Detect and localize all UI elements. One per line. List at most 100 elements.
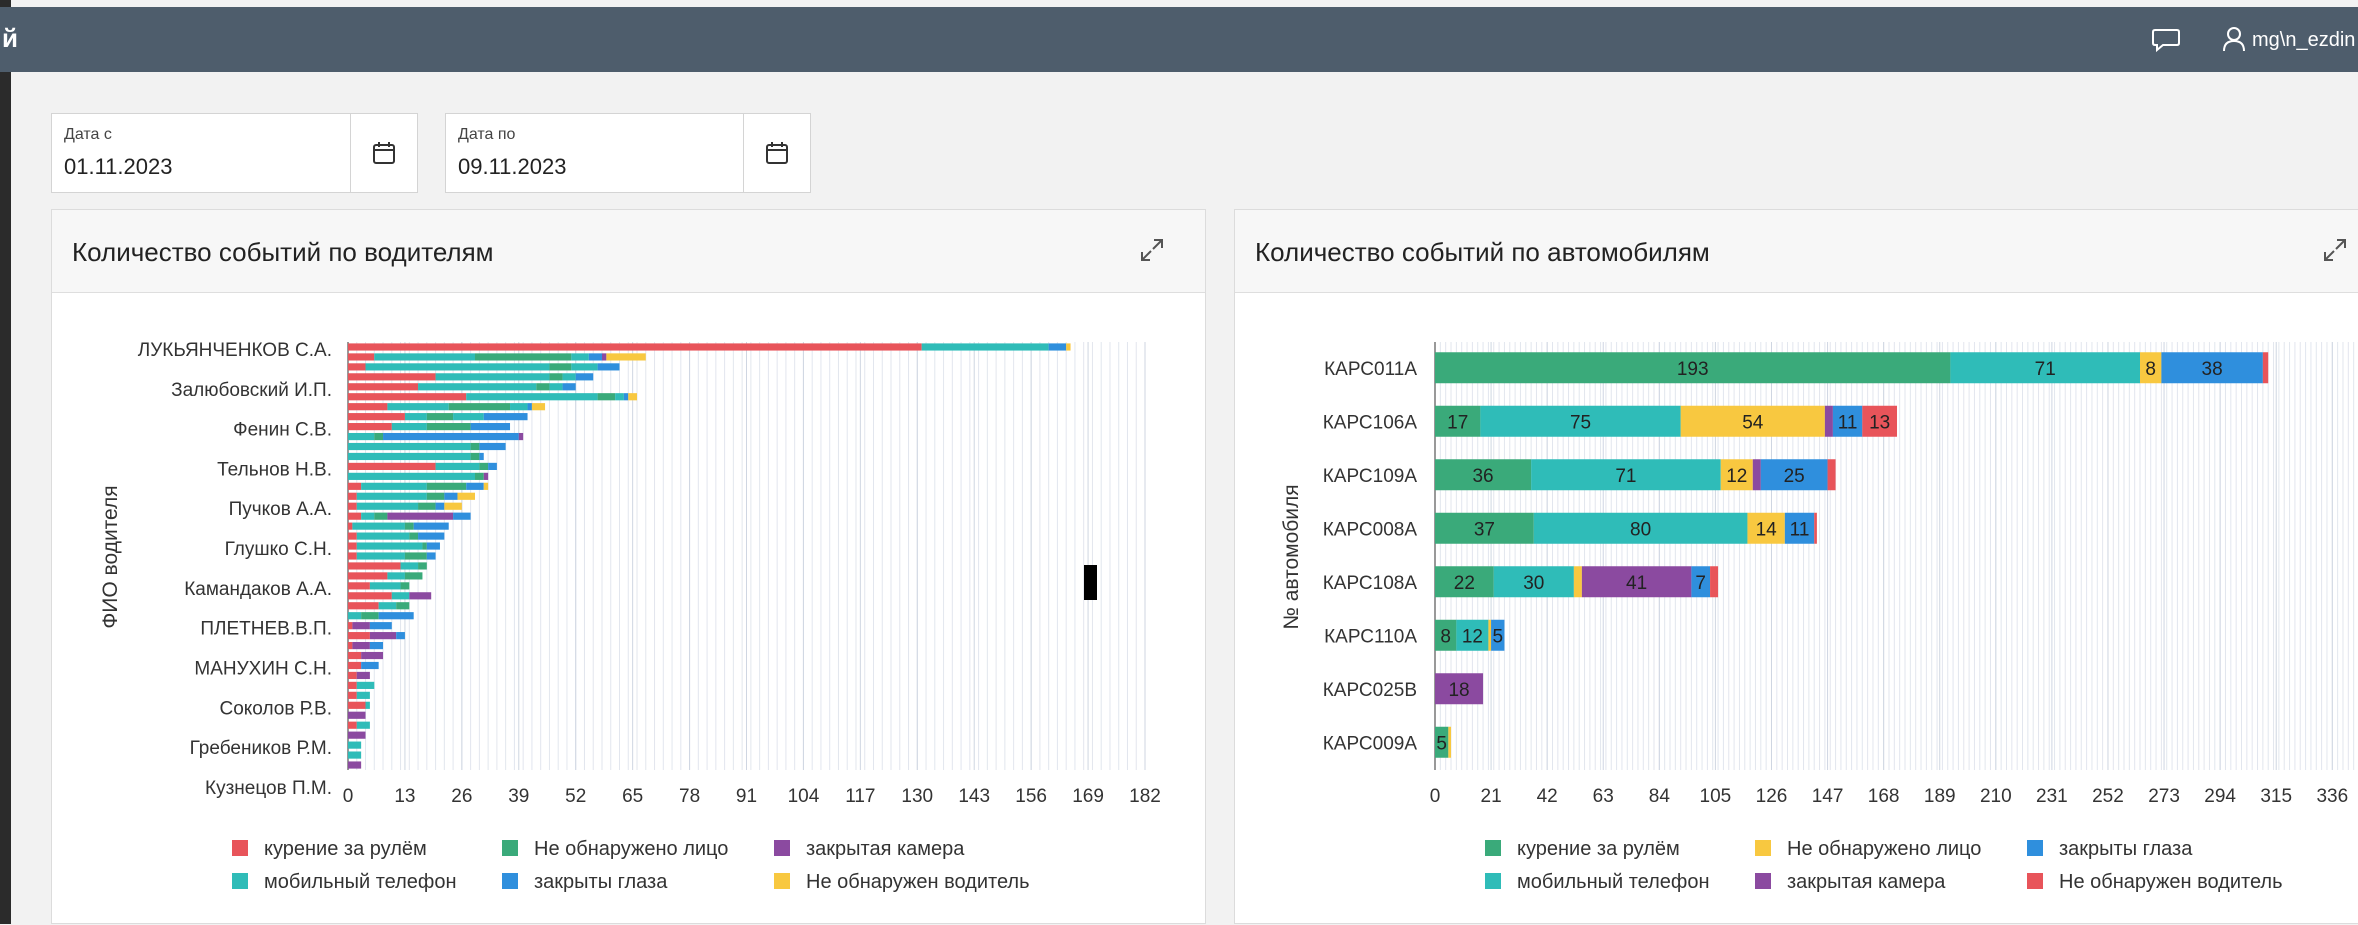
drivers-bar-segment — [378, 602, 397, 610]
drivers-bar-segment — [575, 373, 594, 381]
drivers-bar-segment — [348, 582, 370, 590]
drivers-bar-segment — [348, 512, 362, 520]
cars-x-tick-label: 294 — [2204, 786, 2236, 807]
cars-card-header: Количество событий по автомобилям — [1235, 210, 2358, 293]
cars-data-label: 25 — [1784, 466, 1805, 487]
cars-y-tick-label: КАРС109А — [1323, 466, 1418, 487]
cars-x-tick-label: 105 — [1700, 786, 1732, 807]
drivers-bar-segment — [426, 423, 471, 431]
drivers-bar-segment — [396, 632, 405, 640]
user-name[interactable]: mg\n_ezdin — [2252, 29, 2355, 52]
cars-y-tick-label: КАРС110А — [1324, 626, 1417, 647]
drivers-bar-segment — [348, 641, 353, 650]
date-from-value[interactable]: 01.11.2023 — [64, 154, 172, 180]
expand-icon[interactable] — [2321, 236, 2349, 264]
drivers-bar-segment — [348, 602, 379, 610]
cars-legend-label: мобильный телефон — [1517, 871, 1710, 893]
cars-data-label: 37 — [1474, 519, 1495, 540]
drivers-bar-segment — [369, 582, 401, 590]
cars-data-label: 193 — [1677, 359, 1709, 380]
drivers-bar-segment — [474, 353, 572, 361]
drivers-bar-segment — [378, 612, 414, 620]
cars-data-label: 11 — [1838, 412, 1858, 433]
drivers-bar-segment — [418, 502, 436, 510]
date-to-field[interactable]: Дата по 09.11.2023 — [445, 113, 811, 193]
drivers-bar-segment — [488, 462, 497, 471]
cars-data-label: 38 — [2202, 359, 2223, 380]
cars-legend-label: Не обнаружен водитель — [2059, 871, 2283, 893]
drivers-bar-segment — [348, 691, 357, 699]
drivers-bar-segment — [348, 423, 392, 431]
cars-bar-segment — [2262, 352, 2269, 384]
drivers-bar-segment — [400, 562, 419, 570]
chat-bubble-icon[interactable] — [2151, 27, 2181, 53]
drivers-bar-segment — [531, 403, 546, 411]
drivers-bar-segment — [374, 353, 475, 361]
drivers-bar-segment — [623, 393, 629, 401]
drivers-bar-segment — [356, 532, 410, 540]
drivers-bar-segment — [404, 413, 427, 421]
drivers-bar-segment — [1048, 343, 1067, 351]
drivers-legend-label: Не обнаружено лицо — [534, 838, 728, 860]
drivers-x-tick-label: 78 — [679, 786, 700, 807]
date-to-calendar-button[interactable] — [743, 114, 810, 192]
drivers-y-tick-label: ПЛЕТНЕВ.В.П. — [200, 619, 332, 640]
drivers-bar-segment — [348, 482, 362, 490]
cars-bar-segment — [1814, 512, 1817, 544]
drivers-bar-segment — [571, 353, 589, 361]
drivers-x-tick-label: 0 — [343, 786, 354, 807]
drivers-bar-segment — [400, 582, 410, 590]
cars-x-tick-label: 231 — [2036, 786, 2068, 807]
drivers-bar-segment — [348, 373, 436, 381]
date-from-label: Дата с — [64, 126, 112, 143]
expand-icon[interactable] — [1138, 236, 1166, 264]
drivers-legend-swatch — [774, 873, 790, 889]
drivers-x-tick-label: 26 — [451, 786, 472, 807]
cars-legend-label: закрыты глаза — [2059, 838, 2193, 860]
cars-data-label: 12 — [1462, 626, 1483, 647]
drivers-bar-segment — [348, 522, 353, 530]
drivers-bar-segment — [597, 363, 620, 371]
drivers-bar-segment — [426, 492, 445, 500]
drivers-bar-segment — [426, 552, 436, 560]
drivers-bar-segment — [474, 472, 484, 480]
drivers-bar-segment — [348, 761, 362, 769]
cars-data-label: 12 — [1726, 466, 1747, 487]
cars-legend-label: закрытая камера — [1787, 871, 1946, 893]
drivers-bar-segment — [348, 661, 362, 670]
cars-data-label: 22 — [1454, 573, 1475, 594]
cars-data-label: 36 — [1472, 466, 1493, 487]
drivers-bar-segment — [387, 403, 449, 411]
drivers-bar-segment — [374, 432, 384, 441]
drivers-x-tick-label: 156 — [1015, 786, 1047, 807]
cars-bar-segment — [1710, 566, 1719, 598]
cars-x-tick-label: 84 — [1649, 786, 1671, 807]
drivers-bar-segment — [615, 393, 624, 401]
drivers-bar-segment — [1066, 343, 1071, 351]
cars-bar-segment — [1488, 619, 1492, 651]
drivers-bar-segment — [470, 442, 480, 451]
date-from-field[interactable]: Дата с 01.11.2023 — [51, 113, 418, 193]
date-to-value[interactable]: 09.11.2023 — [458, 154, 566, 180]
drivers-x-tick-label: 104 — [788, 786, 820, 807]
cars-y-axis-title: № автомобиля — [1280, 484, 1303, 629]
drivers-bar-segment — [361, 612, 379, 620]
drivers-bar-segment — [404, 522, 414, 530]
cars-x-tick-label: 210 — [1980, 786, 2012, 807]
drivers-bar-segment — [549, 373, 563, 381]
drivers-bar-segment — [571, 363, 598, 371]
date-from-calendar-button[interactable] — [350, 114, 417, 192]
cars-y-tick-label: КАРС025В — [1323, 680, 1417, 701]
drivers-bar-segment — [453, 413, 484, 421]
drivers-bar-segment — [348, 552, 357, 560]
drivers-bar-segment — [348, 343, 922, 351]
drivers-bar-segment — [365, 701, 370, 709]
cars-x-tick-label: 147 — [1812, 786, 1844, 807]
drivers-bar-segment — [361, 482, 427, 490]
drivers-bar-segment — [562, 373, 576, 381]
drivers-bar-segment — [356, 671, 370, 680]
user-icon[interactable] — [2222, 26, 2246, 52]
drivers-bar-segment — [470, 452, 480, 461]
drivers-legend-label: закрытая камера — [806, 838, 965, 860]
cars-legend-swatch — [2027, 840, 2043, 856]
